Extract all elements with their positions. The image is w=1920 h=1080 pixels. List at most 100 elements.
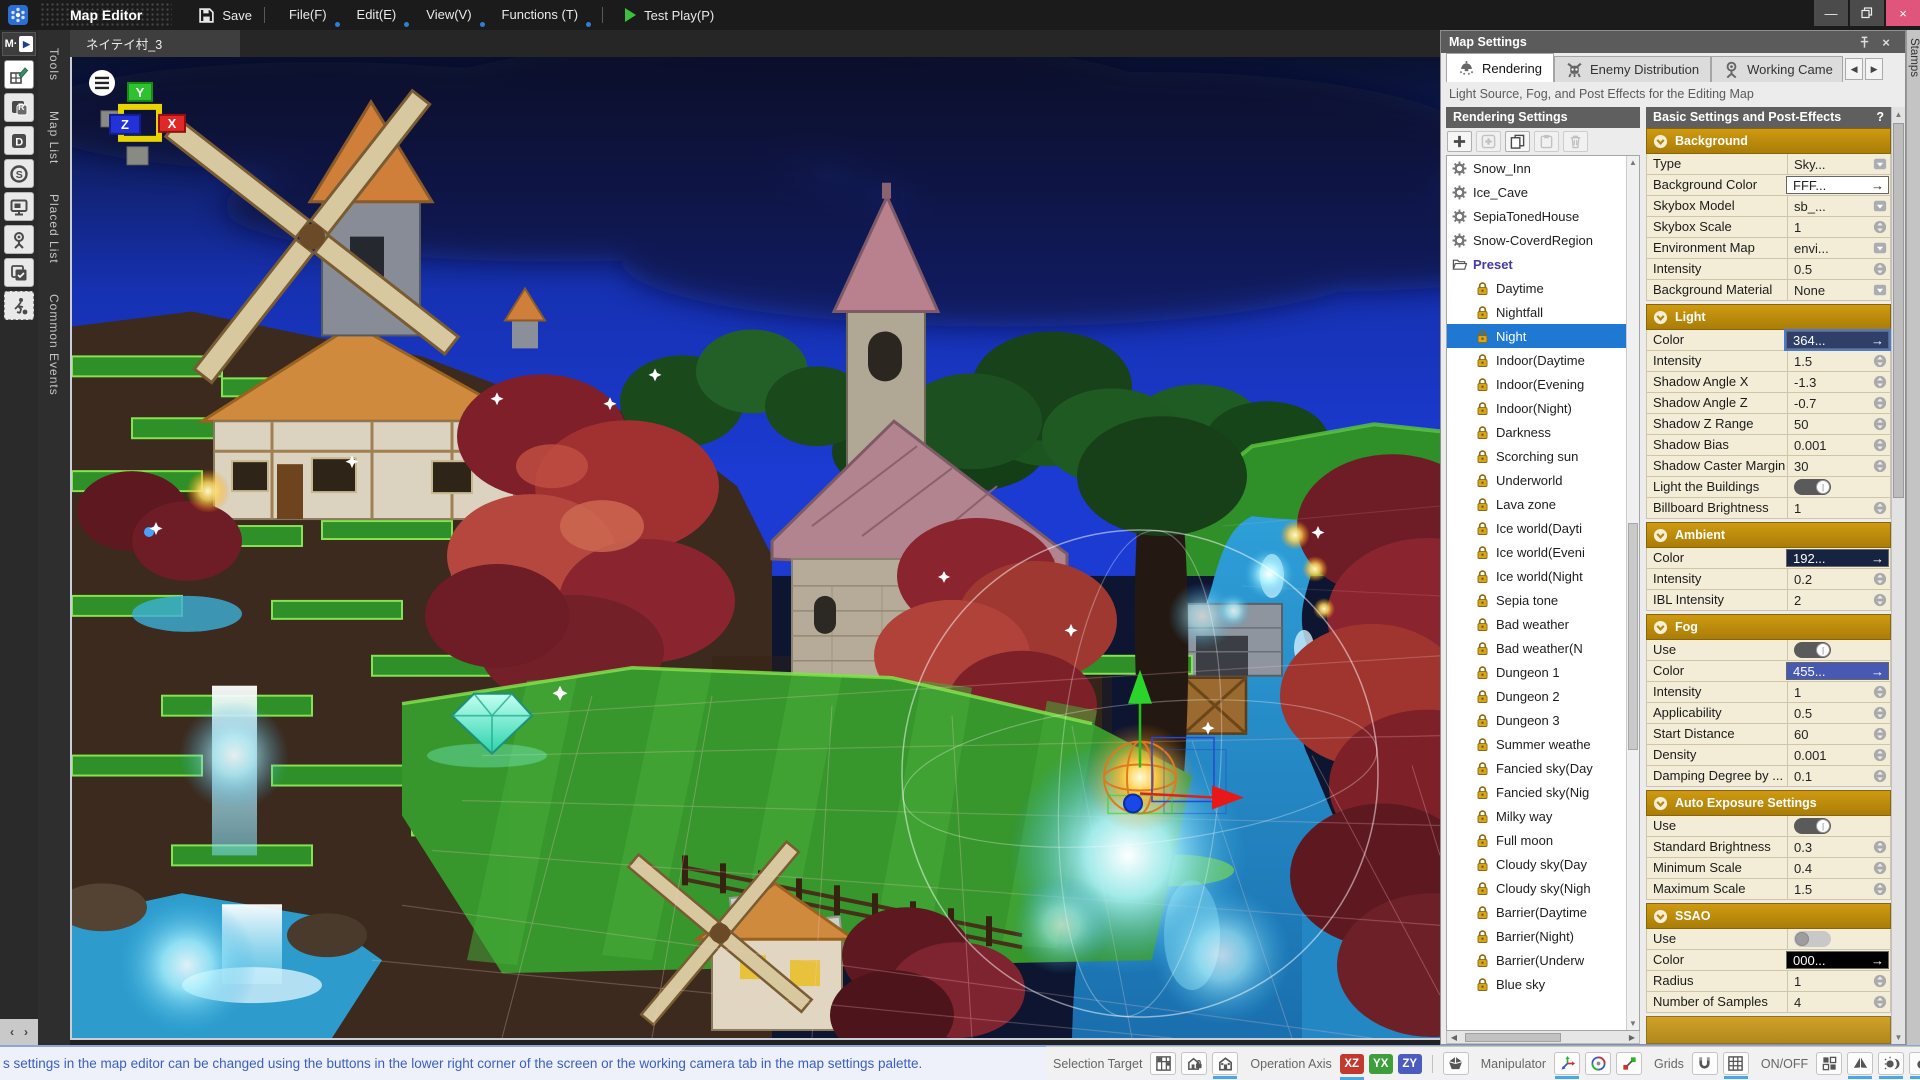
palette-tab-common-events[interactable]: Common Events bbox=[47, 282, 61, 408]
props-scrollbar[interactable]: ▲ ▼ bbox=[1891, 107, 1905, 1044]
list-item-barrier-night[interactable]: Barrier(Night) bbox=[1447, 924, 1626, 948]
tab-working-came[interactable]: Working Came bbox=[1711, 56, 1844, 82]
color-picker-arrow-icon[interactable]: → bbox=[1871, 333, 1884, 348]
group-header-fog[interactable]: Fog bbox=[1646, 614, 1891, 640]
spinner-icon[interactable] bbox=[1871, 882, 1888, 897]
list-item-sepiatonedhouse[interactable]: SepiaTonedHouse bbox=[1447, 204, 1626, 228]
prop-value-billboard-brightness[interactable]: 1 bbox=[1787, 498, 1890, 518]
group-header-light[interactable]: Light bbox=[1646, 304, 1891, 330]
prop-value-intensity[interactable]: 0.2 bbox=[1787, 569, 1890, 589]
toggle-use[interactable]: | bbox=[1794, 818, 1831, 834]
prop-value-start-distance[interactable]: 60 bbox=[1787, 724, 1890, 744]
prop-value-ibl-intensity[interactable]: 2 bbox=[1787, 590, 1890, 610]
group-header-ambient[interactable]: Ambient bbox=[1646, 522, 1891, 548]
list-item-ice-world-dayti[interactable]: Ice world(Dayti bbox=[1447, 516, 1626, 540]
restore-button[interactable] bbox=[1850, 0, 1884, 26]
tab-enemy-distribution[interactable]: Enemy Distribution bbox=[1554, 56, 1712, 82]
prop-value-skybox-scale[interactable]: 1 bbox=[1787, 217, 1890, 237]
spinner-icon[interactable] bbox=[1871, 354, 1888, 369]
group-header-auto-exposure-settings[interactable]: Auto Exposure Settings bbox=[1646, 790, 1891, 816]
prop-value-standard-brightness[interactable]: 0.3 bbox=[1787, 837, 1890, 857]
palette-tab-map-list[interactable]: Map List bbox=[47, 99, 61, 176]
dropdown-icon[interactable] bbox=[1871, 283, 1888, 298]
prop-value-shadow-z-range[interactable]: 50 bbox=[1787, 414, 1890, 434]
prop-value-shadow-caster-margin[interactable]: 30 bbox=[1787, 456, 1890, 476]
grid-button[interactable] bbox=[1722, 1052, 1749, 1079]
menu-edit-e[interactable]: Edit(E) bbox=[345, 3, 409, 27]
main-menu-button[interactable]: M· ▶ bbox=[2, 32, 36, 56]
spinner-icon[interactable] bbox=[1871, 438, 1888, 453]
list-item-daytime[interactable]: Daytime bbox=[1447, 276, 1626, 300]
list-item-ice-world-night[interactable]: Ice world(Night bbox=[1447, 564, 1626, 588]
list-item-snow-inn[interactable]: Snow_Inn bbox=[1447, 156, 1626, 180]
list-item-ice-world-eveni[interactable]: Ice world(Eveni bbox=[1447, 540, 1626, 564]
spinner-icon[interactable] bbox=[1871, 501, 1888, 516]
prop-value-intensity[interactable]: 1 bbox=[1787, 682, 1890, 702]
toggle-use[interactable]: | bbox=[1794, 642, 1831, 658]
duplicate-icon-button[interactable] bbox=[1505, 131, 1530, 152]
menu-functions-t[interactable]: Functions (T) bbox=[490, 3, 591, 27]
tool-button-resource-icon[interactable]: R bbox=[4, 93, 34, 122]
effect-button[interactable] bbox=[1909, 1052, 1920, 1079]
tool-button-database-icon[interactable]: D bbox=[4, 126, 34, 155]
spinner-icon[interactable] bbox=[1871, 840, 1888, 855]
toggle-light-the-buildings[interactable]: | bbox=[1794, 479, 1831, 495]
prop-value-background-color[interactable]: FFF... → bbox=[1786, 176, 1889, 194]
close-button[interactable]: × bbox=[1886, 0, 1920, 26]
add-icon-button[interactable] bbox=[1447, 131, 1472, 152]
list-item-cloudy-sky-nigh[interactable]: Cloudy sky(Nigh bbox=[1447, 876, 1626, 900]
spinner-icon[interactable] bbox=[1871, 593, 1888, 608]
tab-rendering[interactable]: Rendering bbox=[1446, 53, 1554, 82]
prop-value-shadow-angle-x[interactable]: -1.3 bbox=[1787, 372, 1890, 392]
list-item-scorching-sun[interactable]: Scorching sun bbox=[1447, 444, 1626, 468]
spinner-icon[interactable] bbox=[1871, 995, 1888, 1010]
prop-value-intensity[interactable]: 1.5 bbox=[1787, 351, 1890, 371]
scroll-left-icon[interactable]: ‹ bbox=[10, 1025, 14, 1039]
prop-value-density[interactable]: 0.001 bbox=[1787, 745, 1890, 765]
spinner-icon[interactable] bbox=[1871, 974, 1888, 989]
list-item-indoor-daytime[interactable]: Indoor(Daytime bbox=[1447, 348, 1626, 372]
list-hscrollbar[interactable]: ◀ ▶ bbox=[1446, 1031, 1640, 1044]
list-item-nightfall[interactable]: Nightfall bbox=[1447, 300, 1626, 324]
3d-viewport[interactable]: Y Z X bbox=[70, 57, 1440, 1040]
list-item-dungeon-2[interactable]: Dungeon 2 bbox=[1447, 684, 1626, 708]
color-picker-arrow-icon[interactable]: → bbox=[1871, 953, 1884, 968]
list-item-underworld[interactable]: Underworld bbox=[1447, 468, 1626, 492]
group-header-ssao[interactable]: SSAO bbox=[1646, 903, 1891, 929]
viewport-scene[interactable]: Y Z X bbox=[72, 57, 1440, 1038]
list-item-cloudy-sky-day[interactable]: Cloudy sky(Day bbox=[1447, 852, 1626, 876]
list-item-summer-weathe[interactable]: Summer weathe bbox=[1447, 732, 1626, 756]
map-document-tab[interactable]: ネイテイ村_3 bbox=[70, 30, 240, 57]
tool-button-map-edit-icon[interactable] bbox=[4, 60, 34, 89]
list-item-ice-cave[interactable]: Ice_Cave bbox=[1447, 180, 1626, 204]
menu-view-v[interactable]: View(V) bbox=[414, 3, 485, 27]
minimize-button[interactable]: — bbox=[1814, 0, 1848, 26]
daynight-button[interactable] bbox=[1878, 1052, 1905, 1079]
group-header-background[interactable]: Background bbox=[1646, 128, 1891, 154]
spinner-icon[interactable] bbox=[1871, 748, 1888, 763]
spinner-icon[interactable] bbox=[1871, 685, 1888, 700]
spinner-icon[interactable] bbox=[1871, 572, 1888, 587]
list-item-bad-weather-n[interactable]: Bad weather(N bbox=[1447, 636, 1626, 660]
dropdown-icon[interactable] bbox=[1871, 241, 1888, 256]
list-item-lava-zone[interactable]: Lava zone bbox=[1447, 492, 1626, 516]
spinner-icon[interactable] bbox=[1871, 459, 1888, 474]
list-item-blue-sky[interactable]: Blue sky bbox=[1447, 972, 1626, 996]
test-play-button[interactable]: Test Play(P) bbox=[625, 8, 714, 23]
spinner-icon[interactable] bbox=[1871, 706, 1888, 721]
prop-value-skybox-model[interactable]: sb_... bbox=[1787, 196, 1890, 216]
spinner-icon[interactable] bbox=[1871, 220, 1888, 235]
tool-button-display-icon[interactable] bbox=[4, 192, 34, 221]
color-picker-arrow-icon[interactable]: → bbox=[1871, 178, 1884, 193]
prop-value-color[interactable]: 364... → bbox=[1784, 329, 1891, 351]
list-item-sepia-tone[interactable]: Sepia tone bbox=[1447, 588, 1626, 612]
spinner-icon[interactable] bbox=[1871, 769, 1888, 784]
list-item-fancied-sky-nig[interactable]: Fancied sky(Nig bbox=[1447, 780, 1626, 804]
color-picker-arrow-icon[interactable]: → bbox=[1871, 551, 1884, 566]
list-item-snow-coverdregion[interactable]: Snow-CoverdRegion bbox=[1447, 228, 1626, 252]
list-item-bad-weather[interactable]: Bad weather bbox=[1447, 612, 1626, 636]
selection-grid-button[interactable] bbox=[1150, 1052, 1177, 1075]
snap-magnet-button[interactable] bbox=[1691, 1052, 1718, 1075]
axis-zy-button[interactable]: ZY bbox=[1397, 1053, 1422, 1074]
spinner-icon[interactable] bbox=[1871, 727, 1888, 742]
